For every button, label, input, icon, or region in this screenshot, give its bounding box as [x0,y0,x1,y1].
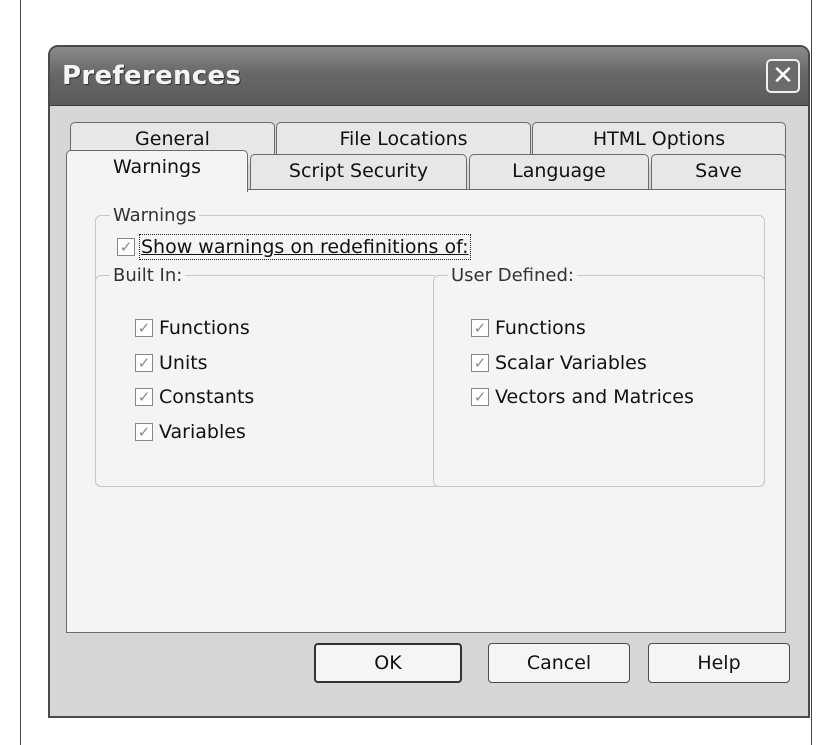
checkmark-icon: ✓ [471,354,489,372]
tab-warnings[interactable]: Warnings [66,150,248,192]
checkmark-icon: ✓ [135,423,153,441]
help-button[interactable]: Help [648,643,790,683]
checkmark-icon: ✓ [471,388,489,406]
builtin-units-checkbox[interactable]: ✓ Units [135,352,208,374]
user-vectors-matrices-checkbox[interactable]: ✓ Vectors and Matrices [471,386,694,408]
built-in-group: Built In: [95,265,435,487]
built-in-label: Built In: [113,265,183,286]
preferences-dialog: Preferences ✕ General File Locations HTM… [48,45,810,718]
builtin-constants-checkbox[interactable]: ✓ Constants [135,386,254,408]
close-button[interactable]: ✕ [766,59,800,93]
warnings-panel: Warnings ✓ Show warnings on redefinition… [66,189,786,633]
user-defined-label: User Defined: [451,265,574,286]
tab-save[interactable]: Save [651,154,786,190]
builtin-variables-checkbox[interactable]: ✓ Variables [135,421,246,443]
show-warnings-checkbox[interactable]: ✓ Show warnings on redefinitions of: [117,234,471,260]
checkmark-icon: ✓ [471,319,489,337]
user-scalar-variables-checkbox[interactable]: ✓ Scalar Variables [471,352,647,374]
show-warnings-label: Show warnings on redefinitions of: [139,234,471,260]
cancel-button[interactable]: Cancel [488,643,630,683]
tab-language[interactable]: Language [469,154,649,190]
warnings-group-label: Warnings [113,205,197,226]
user-functions-checkbox[interactable]: ✓ Functions [471,317,586,339]
ok-button[interactable]: OK [314,643,462,683]
checkmark-icon: ✓ [135,319,153,337]
checkmark-icon: ✓ [117,238,135,256]
title-bar[interactable]: Preferences ✕ [50,47,808,106]
window-title: Preferences [62,61,242,91]
checkmark-icon: ✓ [135,354,153,372]
user-defined-group: User Defined: [433,265,765,487]
close-icon: ✕ [772,61,794,91]
checkmark-icon: ✓ [135,388,153,406]
builtin-functions-checkbox[interactable]: ✓ Functions [135,317,250,339]
tab-script-security[interactable]: Script Security [250,154,467,190]
